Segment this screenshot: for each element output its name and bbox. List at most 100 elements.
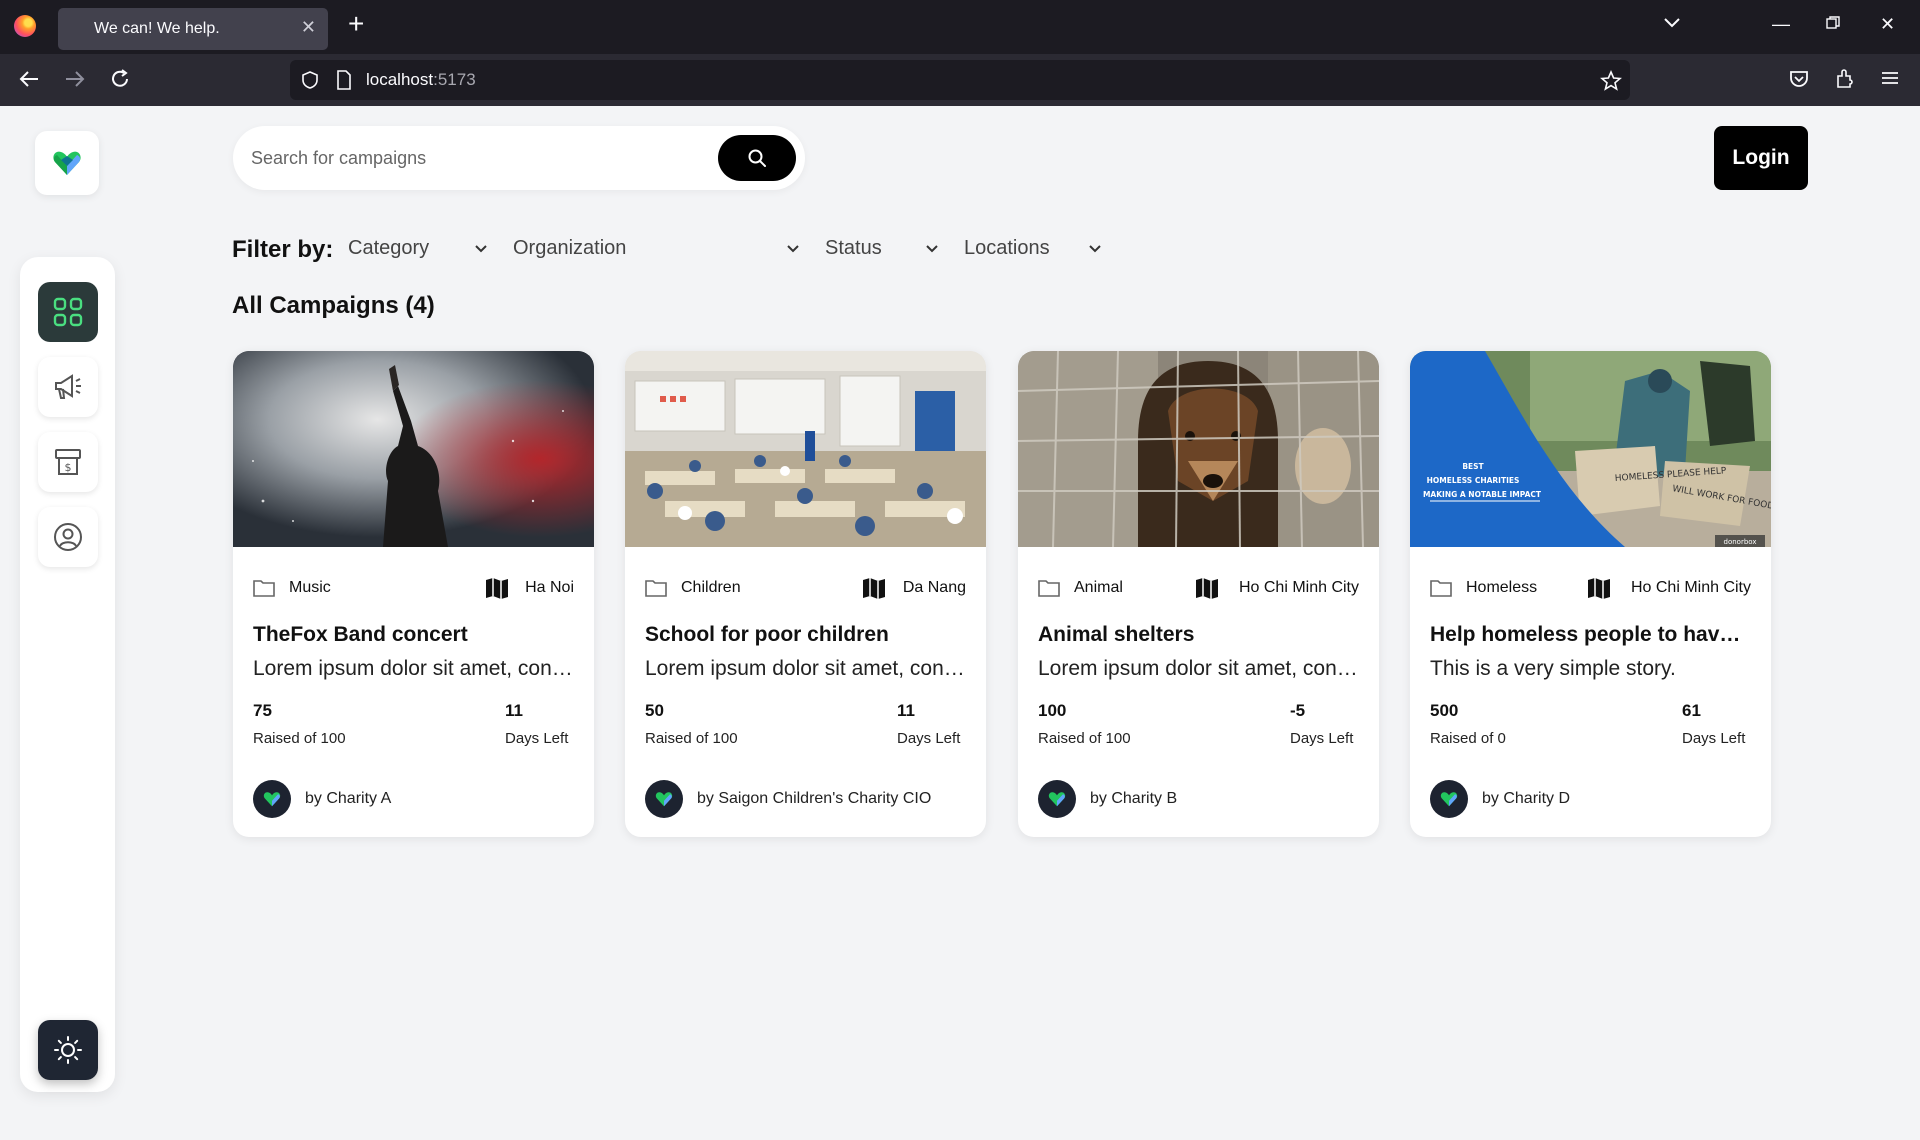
tab-close-icon[interactable]: ✕ — [301, 17, 316, 38]
search-bar — [233, 126, 805, 190]
avatar — [1038, 780, 1076, 818]
search-icon — [748, 149, 766, 167]
banner-line-1: BEST — [1462, 462, 1484, 471]
map-icon — [1196, 578, 1218, 599]
forward-icon[interactable] — [64, 68, 86, 95]
campaign-card[interactable]: BEST HOMELESS CHARITIES MAKING A NOTABLE… — [1410, 351, 1771, 837]
campaign-image[interactable] — [625, 351, 986, 547]
folder-icon — [1430, 580, 1452, 597]
raised-amount: 500 — [1430, 701, 1459, 720]
reload-icon[interactable] — [109, 68, 131, 95]
back-icon[interactable] — [18, 68, 40, 95]
heart-logo-icon — [1440, 792, 1458, 807]
new-tab-icon[interactable]: + — [348, 10, 364, 38]
page-icon — [336, 70, 352, 95]
user-circle-icon — [54, 523, 82, 551]
campaign-image[interactable] — [1018, 351, 1379, 547]
firefox-logo-icon — [14, 15, 36, 37]
campaign-card[interactable]: Animal Ho Chi Minh City Animal shelters … — [1018, 351, 1379, 837]
organization-filter[interactable]: Organization — [513, 237, 626, 260]
menu-icon[interactable] — [1880, 68, 1900, 93]
sidebar-item-profile[interactable] — [38, 507, 98, 567]
browser-tab[interactable]: We can! We help. ✕ — [58, 8, 328, 50]
avatar — [645, 780, 683, 818]
campaign-category: Children — [681, 579, 741, 596]
extensions-icon[interactable] — [1834, 68, 1856, 95]
days-left-label: Days Left — [1682, 730, 1746, 747]
campaign-image[interactable]: BEST HOMELESS CHARITIES MAKING A NOTABLE… — [1410, 351, 1771, 547]
app-logo[interactable] — [35, 131, 99, 195]
chevron-down-icon[interactable] — [925, 244, 939, 254]
browser-nav-bar: localhost:5173 — [0, 54, 1920, 106]
days-left-value: 11 — [505, 701, 523, 720]
campaign-description: Lorem ipsum dolor sit amet, consectetur … — [253, 657, 574, 680]
sidebar-item-donations[interactable]: $ — [38, 432, 98, 492]
campaign-owner[interactable]: by Charity B — [1090, 790, 1177, 808]
heart-logo-icon — [655, 792, 673, 807]
address-bar[interactable]: localhost:5173 — [290, 60, 1630, 100]
list-tabs-chevron-icon[interactable] — [1664, 16, 1680, 34]
folder-icon — [253, 580, 275, 597]
map-icon — [486, 578, 508, 599]
heart-logo-icon — [263, 792, 281, 807]
map-icon — [863, 578, 885, 599]
days-left-label: Days Left — [505, 730, 569, 747]
sidebar-item-dashboard[interactable] — [38, 282, 98, 342]
search-button[interactable] — [718, 135, 796, 181]
campaign-card[interactable]: Children Da Nang School for poor childre… — [625, 351, 986, 837]
heart-logo-icon — [53, 151, 81, 175]
shield-icon[interactable] — [300, 70, 320, 95]
sidebar-item-campaigns[interactable] — [38, 357, 98, 417]
campaign-description: Lorem ipsum dolor sit amet, consectetur … — [645, 657, 966, 680]
campaign-category: Animal — [1074, 579, 1123, 596]
chevron-down-icon[interactable] — [1088, 244, 1102, 254]
browser-tab-bar: We can! We help. ✕ + — ✕ — [0, 0, 1920, 54]
raised-label: Raised of 0 — [1430, 730, 1506, 747]
svg-text:$: $ — [65, 461, 72, 474]
heart-logo-icon — [1048, 792, 1066, 807]
campaign-owner[interactable]: by Charity D — [1482, 790, 1570, 808]
url-text: localhost:5173 — [366, 70, 476, 89]
campaign-location: Ho Chi Minh City — [1238, 579, 1359, 596]
campaigns-heading: All Campaigns (4) — [232, 292, 435, 319]
folder-icon — [1038, 580, 1060, 597]
campaign-description: This is a very simple story. — [1430, 657, 1676, 680]
minimize-icon[interactable]: — — [1772, 14, 1790, 35]
campaign-title[interactable]: School for poor children — [645, 623, 966, 647]
bookmark-star-icon[interactable] — [1600, 69, 1622, 97]
campaign-title[interactable]: Help homeless people to have a home — [1430, 623, 1751, 647]
banner-line-2: HOMELESS CHARITIES — [1427, 476, 1520, 485]
locations-filter[interactable]: Locations — [964, 237, 1050, 260]
status-filter[interactable]: Status — [825, 237, 882, 260]
campaign-owner[interactable]: by Charity A — [305, 790, 391, 808]
raised-label: Raised of 100 — [1038, 730, 1131, 747]
search-input[interactable] — [251, 140, 711, 176]
theme-toggle-button[interactable] — [38, 1020, 98, 1080]
chevron-down-icon[interactable] — [474, 244, 488, 254]
close-window-icon[interactable]: ✕ — [1880, 14, 1895, 35]
campaign-title[interactable]: TheFox Band concert — [253, 623, 574, 647]
filter-label: Filter by: — [232, 236, 334, 263]
tab-title: We can! We help. — [94, 20, 220, 37]
avatar — [253, 780, 291, 818]
chevron-down-icon[interactable] — [786, 244, 800, 254]
sun-icon — [54, 1036, 82, 1064]
campaign-category: Music — [289, 579, 331, 596]
campaign-title[interactable]: Animal shelters — [1038, 623, 1359, 647]
login-button[interactable]: Login — [1714, 126, 1808, 190]
campaign-owner[interactable]: by Saigon Children's Charity CIO — [697, 790, 931, 808]
app-page: $ Lo — [0, 106, 1920, 1140]
raised-label: Raised of 100 — [253, 730, 346, 747]
pocket-icon[interactable] — [1788, 68, 1810, 95]
campaign-description: Lorem ipsum dolor sit amet, consectetur … — [1038, 657, 1359, 680]
days-left-value: -5 — [1290, 701, 1306, 720]
megaphone-icon — [55, 374, 81, 399]
campaign-card[interactable]: Music Ha Noi TheFox Band concert Lorem i… — [233, 351, 594, 837]
grid-icon — [53, 297, 83, 327]
days-left-value: 11 — [897, 701, 915, 720]
raised-amount: 75 — [253, 701, 272, 720]
map-icon — [1588, 578, 1610, 599]
category-filter[interactable]: Category — [348, 237, 429, 260]
restore-icon[interactable] — [1826, 14, 1840, 35]
campaign-image[interactable] — [233, 351, 594, 547]
